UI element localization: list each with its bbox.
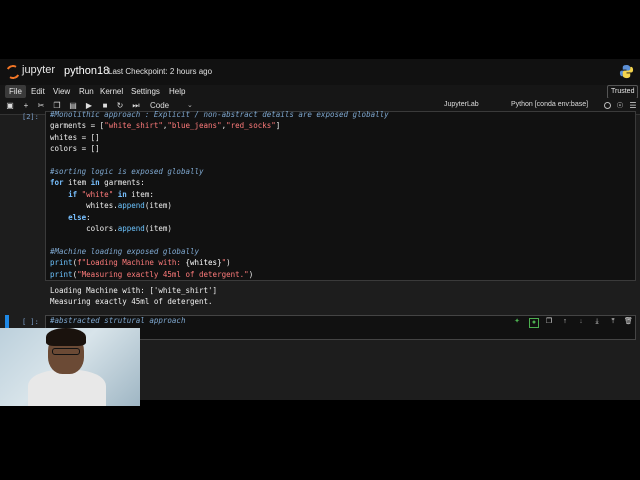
delete-cell-icon[interactable]: 🗑 <box>624 318 633 326</box>
duplicate-cell-icon[interactable]: ❐ <box>545 318 553 326</box>
trusted-badge[interactable]: Trusted <box>607 85 639 99</box>
menu-edit[interactable]: Edit <box>27 85 49 98</box>
menu-settings[interactable]: Settings <box>127 85 164 98</box>
menu-run[interactable]: Run <box>75 85 98 98</box>
save-icon[interactable]: ▣ <box>5 101 15 111</box>
jupyter-logo[interactable]: jupyter <box>4 63 64 81</box>
chevron-down-icon[interactable]: ⌄ <box>187 101 193 109</box>
output-line: Measuring exactly 45ml of detergent. <box>50 297 213 306</box>
code-comment: #abstracted strutural approach <box>50 316 186 325</box>
jupyter-logo-text: jupyter <box>22 64 56 76</box>
menu-file[interactable]: File <box>5 85 26 98</box>
notebook-title[interactable]: python18 <box>64 65 109 77</box>
checkpoint-status: Last Checkpoint: 2 hours ago <box>108 67 213 76</box>
move-up-icon[interactable]: ↑ <box>561 318 569 326</box>
python-logo-icon <box>619 64 634 79</box>
menu-view[interactable]: View <box>49 85 74 98</box>
output-line: Loading Machine with: ['white_shirt'] <box>50 286 218 295</box>
person-body <box>28 370 106 406</box>
code-editor[interactable]: #abstracted strutural approach <box>50 315 185 326</box>
move-down-icon[interactable]: ↓ <box>577 318 585 326</box>
code-comment: #Monolithic approach : Explicit / non-ab… <box>50 110 389 119</box>
add-cell-icon[interactable]: + <box>21 101 31 111</box>
cell-prompt: [2]: <box>22 113 39 121</box>
cut-icon[interactable]: ✂ <box>36 101 46 111</box>
bug-icon[interactable]: ☉ <box>615 101 625 111</box>
format-icon[interactable]: ● <box>529 318 539 328</box>
cell-output: Loading Machine with: ['white_shirt'] Me… <box>50 285 217 307</box>
webcam-overlay <box>0 328 140 406</box>
ai-assist-icon[interactable]: ✦ <box>513 318 521 326</box>
jupyterlab-link[interactable]: JupyterLab <box>444 101 479 108</box>
insert-above-icon[interactable]: ⤓ <box>593 318 601 326</box>
kernel-status-icon <box>604 102 611 109</box>
top-header: jupyter python18 Last Checkpoint: 2 hour… <box>0 59 640 85</box>
glasses-icon <box>52 348 80 355</box>
menu-bar: File Edit View Run Kernel Settings Help … <box>0 85 640 99</box>
jupyter-logo-icon <box>4 63 22 81</box>
code-editor[interactable]: #Monolithic approach : Explicit / non-ab… <box>50 109 389 280</box>
kernel-name[interactable]: Python [conda env:base] <box>511 101 588 108</box>
menu-icon[interactable]: ☰ <box>628 101 638 111</box>
menu-help[interactable]: Help <box>165 85 189 98</box>
menu-kernel[interactable]: Kernel <box>96 85 127 98</box>
cell-prompt: [ ]: <box>22 318 39 326</box>
person-hair <box>46 328 86 346</box>
insert-below-icon[interactable]: ⤒ <box>609 318 617 326</box>
